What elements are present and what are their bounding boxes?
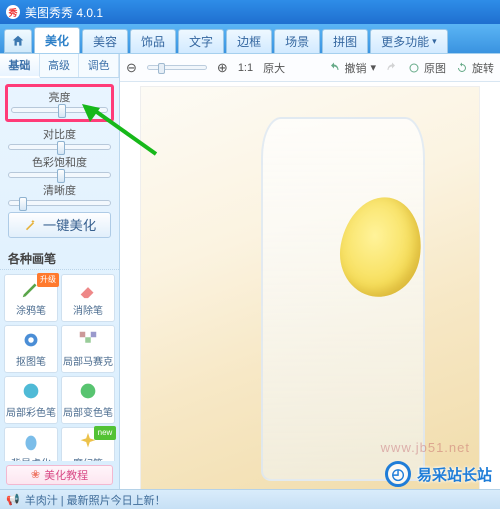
slider-brightness-track[interactable] [11, 107, 108, 113]
url-watermark: www.jb51.net [381, 440, 470, 455]
tab-accessory[interactable]: 饰品 [130, 29, 176, 53]
brush-grid: 升级 涂鸦笔 消除笔 抠图笔 局部马赛克 局部彩色笔 局 [0, 270, 119, 461]
slider-brightness-label: 亮度 [11, 89, 108, 105]
brush-mosaic[interactable]: 局部马赛克 [61, 325, 115, 373]
title-bar: 秀 美图秀秀 4.0.1 [0, 0, 500, 24]
subtab-tone[interactable]: 调色 [79, 54, 119, 77]
canvas-area: ⊖ ⊕ 1:1 原大 撤销▾ 原图 旋转 [120, 54, 500, 489]
rotate-button[interactable]: 旋转 [456, 60, 494, 76]
image-canvas[interactable] [120, 82, 500, 489]
edited-image [140, 86, 480, 489]
cutout-icon [20, 329, 42, 351]
tab-beautify[interactable]: 美化 [34, 27, 80, 53]
slider-contrast-track[interactable] [8, 144, 111, 150]
main-tab-bar: 美化 美容 饰品 文字 边框 场景 拼图 更多功能 [0, 24, 500, 54]
watermark-logo-icon: ◴ [385, 461, 411, 487]
original-icon [408, 62, 420, 74]
one-key-beautify-button[interactable]: 一键美化 [8, 212, 111, 238]
zoom-out-icon[interactable]: ⊖ [126, 60, 137, 76]
slider-contrast-label: 对比度 [8, 126, 111, 142]
brush-magic-pen[interactable]: new 魔幻笔 [61, 427, 115, 461]
zoom-slider-thumb[interactable] [158, 63, 165, 74]
heart-icon: ❀ [31, 468, 40, 481]
brush-section-header: 各种画笔 [0, 246, 119, 270]
slider-saturation[interactable]: 色彩饱和度 [8, 154, 111, 178]
slider-sharpness-thumb[interactable] [19, 197, 27, 211]
tab-text[interactable]: 文字 [178, 29, 224, 53]
badge-upgrade-icon: 升级 [37, 273, 59, 287]
blur-icon [20, 431, 42, 453]
status-text: 羊肉汁 | 最新照片今日上新！ [25, 492, 166, 508]
slider-contrast[interactable]: 对比度 [8, 126, 111, 150]
original-image-button[interactable]: 原图 [408, 60, 446, 76]
app-logo-icon: 秀 [6, 5, 20, 19]
home-button[interactable] [4, 29, 32, 53]
slider-panel: 亮度 对比度 色彩饱和度 清晰度 一键美化 [0, 78, 119, 246]
sub-tab-bar: 基础 高级 调色 [0, 54, 119, 78]
subtab-basic[interactable]: 基础 [0, 54, 40, 78]
undo-icon [328, 62, 340, 74]
redo-icon [386, 62, 398, 74]
slider-contrast-thumb[interactable] [57, 141, 65, 155]
undo-button[interactable]: 撤销▾ [328, 60, 376, 76]
brush-recolor-pen[interactable]: 局部变色笔 [61, 376, 115, 424]
slider-saturation-thumb[interactable] [57, 169, 65, 183]
subtab-advanced[interactable]: 高级 [40, 54, 80, 77]
slider-sharpness-label: 清晰度 [8, 182, 111, 198]
tab-frame[interactable]: 边框 [226, 29, 272, 53]
canvas-toolbar: ⊖ ⊕ 1:1 原大 撤销▾ 原图 旋转 [120, 54, 500, 82]
badge-new-icon: new [94, 426, 116, 440]
tab-scene[interactable]: 场景 [274, 29, 320, 53]
beautify-tutorial-button[interactable]: ❀ 美化教程 [6, 465, 113, 485]
redo-button[interactable] [386, 62, 398, 74]
zoom-slider[interactable] [147, 65, 207, 70]
status-bar: 📢 羊肉汁 | 最新照片今日上新！ [0, 489, 500, 509]
eraser-icon [77, 278, 99, 300]
brush-bg-blur[interactable]: 背景虚化 [4, 427, 58, 461]
brush-cutout[interactable]: 抠图笔 [4, 325, 58, 373]
speaker-icon: 📢 [6, 493, 20, 506]
tab-collage[interactable]: 拼图 [322, 29, 368, 53]
tab-cosmetic[interactable]: 美容 [82, 29, 128, 53]
brush-doodle[interactable]: 升级 涂鸦笔 [4, 274, 58, 322]
mosaic-icon [77, 329, 99, 351]
site-watermark: ◴ 易采站长站 [385, 461, 492, 487]
wand-icon [23, 218, 37, 232]
slider-brightness-thumb[interactable] [58, 104, 66, 118]
slider-sharpness[interactable]: 清晰度 [8, 182, 111, 206]
slider-brightness[interactable]: 亮度 [5, 84, 114, 122]
slider-sharpness-track[interactable] [8, 200, 111, 206]
tab-more[interactable]: 更多功能 [370, 29, 448, 53]
zoom-original-label[interactable]: 原大 [263, 60, 285, 76]
zoom-in-icon[interactable]: ⊕ [217, 60, 228, 76]
app-title: 美图秀秀 4.0.1 [25, 4, 103, 21]
recolor-pen-icon [77, 380, 99, 402]
color-pen-icon [20, 380, 42, 402]
zoom-ratio[interactable]: 1:1 [238, 62, 253, 74]
home-icon [11, 34, 25, 48]
sidebar: 基础 高级 调色 亮度 对比度 色彩饱和度 清晰度 [0, 54, 120, 489]
brush-color-pen[interactable]: 局部彩色笔 [4, 376, 58, 424]
rotate-icon [456, 62, 468, 74]
slider-saturation-track[interactable] [8, 172, 111, 178]
brush-eraser[interactable]: 消除笔 [61, 274, 115, 322]
slider-saturation-label: 色彩饱和度 [8, 154, 111, 170]
